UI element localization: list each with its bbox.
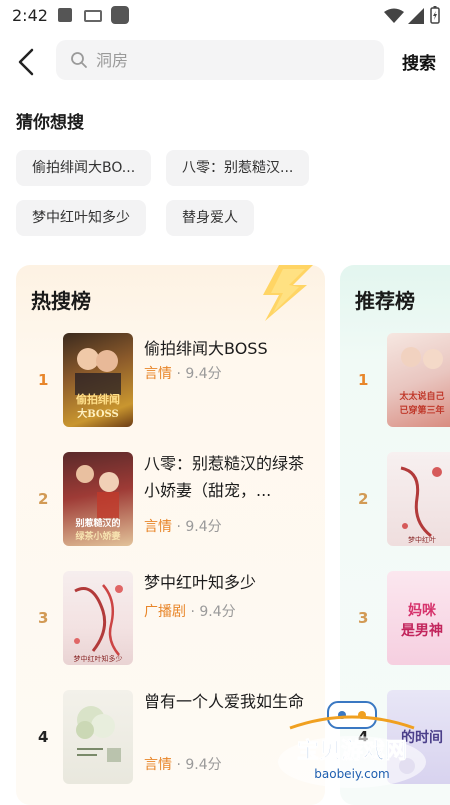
search-icon [71,52,87,68]
wifi-icon [384,8,404,23]
rank-number: 1 [358,371,369,389]
book-genre: 广播剧 [144,604,186,620]
svg-text:大BOSS: 大BOSS [77,407,119,420]
rank-number: 2 [38,490,49,508]
suggest-chip[interactable]: 八零：别惹糙汉... [166,150,310,186]
rank-number: 3 [38,609,49,627]
svg-text:是男神: 是男神 [401,622,443,639]
cover-art [76,706,121,762]
app-square-icon [111,6,129,24]
suggest-chip[interactable]: 梦中红叶知多少 [16,200,146,236]
watermark-logo: 宝贝游戏网 baobeiy.com [278,701,426,788]
book-title[interactable]: 偷拍绯闻大BOSS [144,335,309,362]
book-cover[interactable]: 偷拍绯闻 大BOSS [63,333,133,427]
status-bar: 2:42 [0,0,450,32]
search-field[interactable] [56,40,384,80]
svg-text:baobeiy.com: baobeiy.com [314,767,389,781]
book-meta: 言情 · 9.4分 [144,363,222,383]
search-button[interactable]: 搜索 [402,49,436,74]
book-genre: 言情 [144,757,172,773]
lightning-icon [263,265,313,321]
cover-art: 妈咪 是男神 [401,602,443,639]
suggest-title: 猜你想搜 [16,113,84,133]
svg-text:别惹糙汉的: 别惹糙汉的 [74,517,120,529]
svg-text:妈咪: 妈咪 [408,602,437,619]
book-genre: 言情 [144,366,172,382]
book-meta: 广播剧 · 9.4分 [144,601,236,621]
svg-text:梦中红叶: 梦中红叶 [408,535,436,544]
book-genre: 言情 [144,519,172,535]
rank-number: 4 [38,728,49,746]
book-score: · 9.4分 [190,604,236,620]
hot-ranking-title: 热搜榜 [31,289,91,313]
rank-number: 1 [38,371,49,389]
app-a-icon [58,8,72,22]
book-cover[interactable]: 妈咪 是男神 [387,571,450,665]
cover-art: 太太说自己 已穿第三年 [398,347,445,416]
book-title[interactable]: 梦中红叶知多少 [144,569,309,596]
search-input[interactable] [96,48,366,72]
cover-art: 梦中红叶 [400,466,442,544]
book-cover[interactable]: 别惹糙汉的 绿茶小娇妻 [63,452,133,546]
rank-number: 3 [358,609,369,627]
svg-text:宝贝游戏网: 宝贝游戏网 [297,738,407,764]
signal-icon [408,8,424,24]
keyboard-icon [84,10,102,22]
book-cover[interactable]: 梦中红叶 [387,452,450,546]
book-cover[interactable] [63,690,133,784]
book-score: · 9.4分 [176,757,222,773]
search-bar: 搜索 [0,40,450,84]
book-cover[interactable]: 太太说自己 已穿第三年 [387,333,450,427]
book-score: · 9.4分 [176,519,222,535]
cover-art: 偷拍绯闻 大BOSS [75,348,121,420]
svg-text:绿茶小娇妻: 绿茶小娇妻 [75,530,120,542]
svg-text:偷拍绯闻: 偷拍绯闻 [76,392,120,406]
book-cover[interactable]: 梦中红叶知多少 [63,571,133,665]
book-meta: 言情 · 9.4分 [144,516,222,536]
book-score: · 9.4分 [176,366,222,382]
cover-art: 别惹糙汉的 绿茶小娇妻 [74,465,121,542]
status-time: 2:42 [12,6,48,25]
svg-text:梦中红叶知多少: 梦中红叶知多少 [74,654,123,663]
recommend-ranking-title: 推荐榜 [355,289,415,313]
suggest-chip[interactable]: 偷拍绯闻大BO... [16,150,152,186]
cover-art: 梦中红叶知多少 [74,584,123,663]
suggest-chip[interactable]: 替身爱人 [166,200,254,236]
svg-text:已穿第三年: 已穿第三年 [399,404,444,416]
book-meta: 言情 · 9.4分 [144,754,222,774]
book-title[interactable]: 八零：别惹糙汉的绿茶小娇妻（甜宠，... [144,450,309,508]
rank-number: 2 [358,490,369,508]
back-arrow-icon[interactable] [14,46,42,78]
svg-text:太太说自己: 太太说自己 [398,390,444,402]
battery-icon [430,6,440,24]
